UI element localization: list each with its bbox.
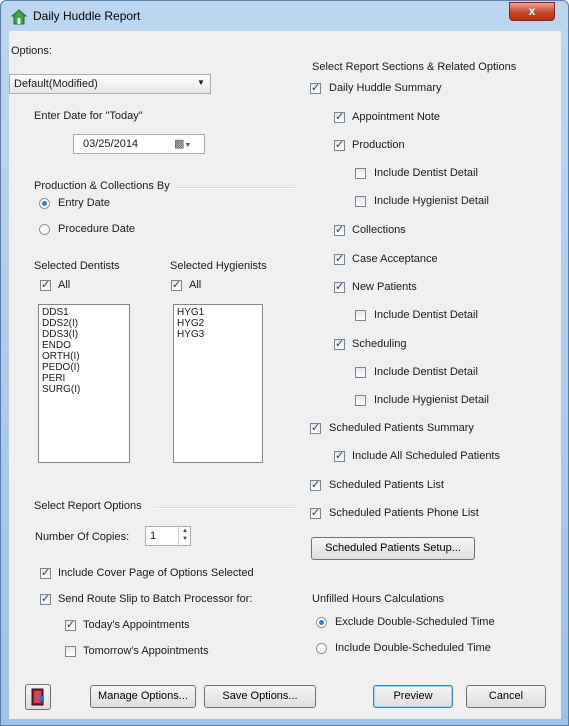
new-patients-label: New Patients [352,281,417,293]
tomorrows-appointments-checkbox[interactable] [65,646,76,657]
title-bar[interactable]: Daily Huddle Report x [1,1,568,31]
close-button[interactable]: x [509,2,555,21]
case-acceptance-label: Case Acceptance [352,253,438,265]
appointment-note-label: Appointment Note [352,111,441,123]
app-house-icon [11,9,27,25]
report-book-button[interactable] [25,684,51,710]
todays-appointments-checkbox[interactable] [65,618,76,631]
production-hygienist-detail-checkbox[interactable] [355,196,366,207]
list-item[interactable]: ORTH(I) [42,351,126,362]
list-item[interactable]: HYG1 [177,307,259,318]
book-icon [31,688,44,706]
daily-huddle-summary-label: Daily Huddle Summary [329,82,442,94]
scheduled-patients-list-checkbox[interactable] [310,478,321,491]
hygienists-all-label: All [189,279,202,291]
today-date-value: 03/25/2014 [83,138,139,150]
scheduling-dentist-detail-label: Include Dentist Detail [374,366,478,378]
route-slip-label: Send Route Slip to Batch Processor for: [58,593,253,605]
production-checkbox[interactable] [334,138,345,151]
include-all-scheduled-label: Include All Scheduled Patients [352,450,500,462]
save-options-button[interactable]: Save Options... [204,685,316,708]
cancel-button[interactable]: Cancel [466,685,546,708]
list-item[interactable]: PERI [42,373,126,384]
sections-label: Select Report Sections & Related Options [312,61,517,73]
hygienists-all-checkbox[interactable] [171,278,182,291]
scheduling-checkbox[interactable] [334,337,345,350]
production-dentist-detail-checkbox[interactable] [355,168,366,179]
collections-label: Collections [352,224,406,236]
scheduled-patients-summary-checkbox[interactable] [310,421,321,434]
production-label: Production [352,139,405,151]
entry-date-radio[interactable] [39,198,50,209]
include-double-scheduled-label: Include Double-Scheduled Time [335,642,491,654]
new-patients-checkbox[interactable] [334,280,345,293]
calendar-icon[interactable]: ▩▼ [174,137,191,150]
report-options-separator [154,507,296,509]
list-item[interactable]: SURG(I) [42,384,126,395]
entry-date-label: Entry Date [58,197,110,209]
exclude-double-scheduled-label: Exclude Double-Scheduled Time [335,616,495,628]
appointment-note-checkbox[interactable] [334,110,345,123]
scheduled-patients-phone-list-checkbox[interactable] [310,506,321,519]
scheduled-patients-list-label: Scheduled Patients List [329,479,444,491]
copies-value: 1 [150,530,157,542]
cover-page-checkbox[interactable] [40,566,51,579]
dentists-listbox[interactable]: DDS1 DDS2(I) DDS3(I) ENDO ORTH(I) PEDO(I… [38,304,130,463]
preview-button[interactable]: Preview [373,685,453,708]
dialog-body: Options: Default(Modified) ▼ Enter Date … [9,31,561,719]
today-date-picker[interactable]: 03/25/2014 ▩▼ [73,134,205,154]
list-item[interactable]: HYG3 [177,329,259,340]
new-patients-dentist-detail-label: Include Dentist Detail [374,309,478,321]
todays-appointments-label: Today's Appointments [83,619,190,631]
scheduling-hygienist-detail-checkbox[interactable] [355,395,366,406]
manage-options-button[interactable]: Manage Options... [90,685,196,708]
exclude-double-scheduled-radio[interactable] [316,617,327,628]
production-hygienist-detail-label: Include Hygienist Detail [374,195,489,207]
collections-checkbox[interactable] [334,223,345,236]
scheduled-patients-setup-button[interactable]: Scheduled Patients Setup... [311,537,475,560]
report-options-label: Select Report Options [34,500,142,512]
today-label: Enter Date for "Today" [34,110,143,122]
daily-huddle-summary-checkbox[interactable] [310,81,321,94]
production-dentist-detail-label: Include Dentist Detail [374,167,478,179]
scheduling-dentist-detail-checkbox[interactable] [355,367,366,378]
production-separator [176,187,296,189]
copies-stepper[interactable]: 1 ▲ ▼ [145,526,191,546]
procedure-date-label: Procedure Date [58,223,136,235]
window-title: Daily Huddle Report [33,9,141,23]
include-double-scheduled-radio[interactable] [316,643,327,654]
scheduling-hygienist-detail-label: Include Hygienist Detail [374,394,489,406]
dentists-all-checkbox[interactable] [40,278,51,291]
list-item[interactable]: PEDO(I) [42,362,126,373]
list-item[interactable]: DDS3(I) [42,329,126,340]
dialog-window: Daily Huddle Report x Options: Default(M… [0,0,569,726]
unfilled-hours-label: Unfilled Hours Calculations [312,593,445,605]
route-slip-checkbox[interactable] [40,592,51,605]
options-dropdown[interactable]: Default(Modified) ▼ [9,74,211,94]
list-item[interactable]: DDS1 [42,307,126,318]
include-all-scheduled-checkbox[interactable] [334,449,345,462]
selected-dentists-label: Selected Dentists [34,260,120,272]
tomorrows-appointments-label: Tomorrow's Appointments [83,645,209,657]
chevron-down-icon: ▼ [197,78,205,87]
copies-label: Number Of Copies: [35,531,130,543]
selected-hygienists-label: Selected Hygienists [170,260,267,272]
list-item[interactable]: ENDO [42,340,126,351]
new-patients-dentist-detail-checkbox[interactable] [355,310,366,321]
scheduled-patients-summary-label: Scheduled Patients Summary [329,422,474,434]
hygienists-listbox[interactable]: HYG1 HYG2 HYG3 [173,304,263,463]
list-item[interactable]: DDS2(I) [42,318,126,329]
list-item[interactable]: HYG2 [177,318,259,329]
scheduling-label: Scheduling [352,338,407,350]
options-label: Options: [11,45,52,57]
options-dropdown-value: Default(Modified) [14,78,98,90]
scheduled-patients-phone-list-label: Scheduled Patients Phone List [329,507,479,519]
production-by-label: Production & Collections By [34,180,170,192]
case-acceptance-checkbox[interactable] [334,252,345,265]
cover-page-label: Include Cover Page of Options Selected [58,567,254,579]
dentists-all-label: All [58,279,71,291]
spinner-arrows-icon[interactable]: ▲ ▼ [178,527,191,545]
procedure-date-radio[interactable] [39,224,50,235]
